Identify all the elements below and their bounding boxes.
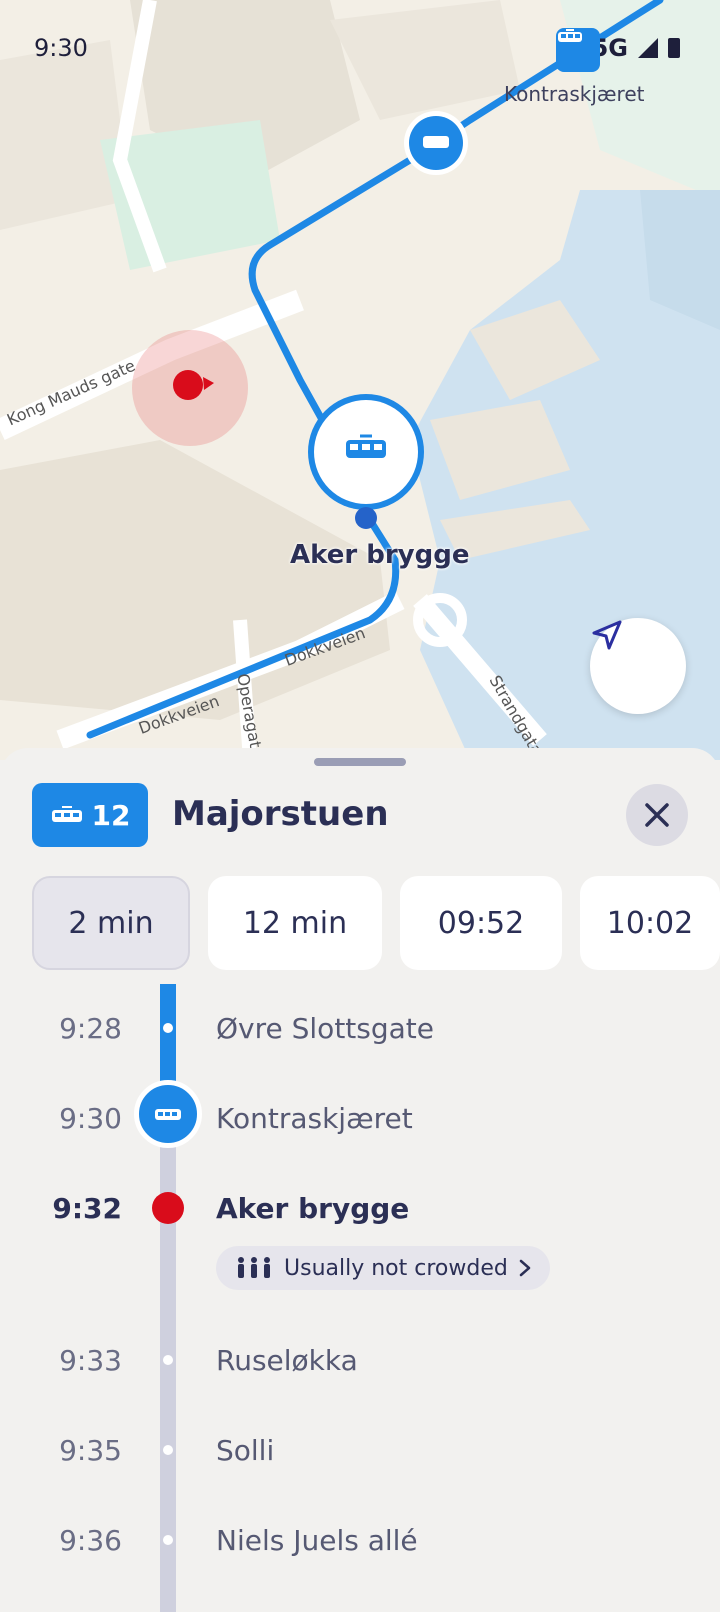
stop-row[interactable]: 9:36 Niels Juels allé — [0, 1516, 720, 1564]
departure-chip[interactable]: 10:02 — [580, 876, 720, 970]
sheet-drag-handle[interactable] — [314, 758, 406, 766]
departure-chip[interactable]: 2 min — [32, 876, 190, 970]
stop-row[interactable]: 9:33 Ruseløkka — [0, 1336, 720, 1384]
stop-row[interactable]: 9:30 Kontraskjæret — [0, 1080, 720, 1148]
people-icon — [238, 1257, 270, 1278]
map-current-stop-label: Aker brygge — [290, 540, 470, 570]
stop-time: 9:35 — [59, 1434, 122, 1467]
stop-time: 9:32 — [52, 1192, 122, 1225]
status-icons: 5G — [592, 34, 680, 62]
stop-time: 9:33 — [59, 1344, 122, 1377]
departure-sheet: 12 Majorstuen 2 min 12 min 09:52 10:02 9… — [0, 748, 720, 1612]
stop-dot — [160, 1532, 176, 1548]
stop-timeline: 9:28 Øvre Slottsgate 9:30 Kontraskjæret … — [0, 984, 720, 1612]
crowding-chip[interactable]: Usually not crowded — [216, 1246, 550, 1290]
stop-name: Øvre Slottsgate — [216, 1012, 434, 1045]
signal-icon — [638, 38, 658, 58]
crowding-label: Usually not crowded — [284, 1255, 508, 1281]
status-time: 9:30 — [34, 34, 88, 62]
stop-dot — [160, 1352, 176, 1368]
my-location-button[interactable] — [590, 618, 686, 714]
chevron-right-icon — [519, 1259, 531, 1277]
close-icon — [645, 803, 669, 827]
stop-name: Solli — [216, 1434, 275, 1467]
stop-time: 9:30 — [59, 1102, 122, 1135]
battery-icon — [668, 38, 680, 58]
tram-icon — [51, 806, 82, 822]
current-stop-dot — [152, 1192, 184, 1224]
stop-row[interactable]: 9:28 Øvre Slottsgate — [0, 1004, 720, 1052]
stop-name: Ruseløkka — [216, 1344, 358, 1377]
stop-name: Kontraskjæret — [216, 1102, 413, 1135]
line-badge: 12 — [32, 783, 148, 847]
stop-row[interactable]: 9:35 Solli — [0, 1426, 720, 1474]
map-vehicle-tag[interactable] — [556, 28, 600, 72]
departure-chip[interactable]: 09:52 — [400, 876, 562, 970]
location-arrow-icon — [592, 620, 622, 650]
stop-name: Niels Juels allé — [216, 1524, 418, 1557]
departure-chips: 2 min 12 min 09:52 10:02 — [32, 876, 720, 970]
stop-dot — [160, 1020, 176, 1036]
stop-dot — [160, 1442, 176, 1458]
map[interactable]: 9:30 5G Kontraskjæret Aker brygge Kong M… — [0, 0, 720, 760]
tram-icon — [155, 1109, 181, 1120]
vehicle-position-marker — [134, 1080, 202, 1148]
destination-title: Majorstuen — [172, 794, 389, 834]
stop-time: 9:36 — [59, 1524, 122, 1557]
close-button[interactable] — [626, 784, 688, 846]
stop-time: 9:28 — [59, 1012, 122, 1045]
departure-chip[interactable]: 12 min — [208, 876, 382, 970]
tram-icon — [558, 29, 582, 42]
map-vehicle-stop-label: Kontraskjæret — [504, 82, 645, 106]
line-number: 12 — [91, 798, 131, 832]
stop-name: Aker brygge — [216, 1192, 410, 1225]
stop-row-current[interactable]: 9:32 Aker brygge — [0, 1184, 720, 1232]
